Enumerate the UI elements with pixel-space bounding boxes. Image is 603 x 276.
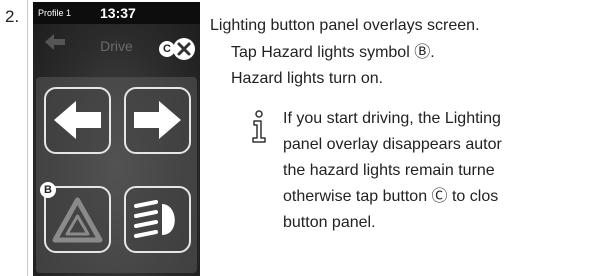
instruction-line-2: Tap Hazard lights symbol Ⓑ. (231, 44, 435, 61)
note-line-3: the hazard lights remain turne (283, 162, 495, 179)
arrow-left-icon (54, 101, 101, 139)
note-line-1: If you start driving, the Lighting (283, 110, 501, 127)
step-divider (27, 0, 28, 276)
close-button[interactable] (173, 38, 195, 60)
step-number: 2. (5, 7, 20, 26)
profile-label: Profile 1 (38, 8, 72, 18)
callout-b: B (40, 182, 56, 198)
turn-left-button[interactable] (44, 87, 111, 154)
lighting-button-panel: B (36, 77, 197, 273)
clock: 13:37 (100, 5, 136, 21)
info-icon (252, 110, 266, 143)
headlights-button[interactable] (124, 186, 191, 253)
note-line-5: button panel. (283, 214, 376, 231)
hazard-lights-button[interactable]: B (40, 182, 111, 253)
device-screen: Profile 1 13:37 Drive C B (33, 2, 200, 276)
instruction-line-1: Lighting button panel overlays screen. (210, 17, 480, 34)
hazard-triangle-icon (52, 197, 103, 243)
note-line-4: otherwise tap button Ⓒ to clos (283, 188, 499, 205)
turn-right-button[interactable] (124, 87, 191, 154)
note-line-2: panel overlay disappears autor (283, 136, 502, 153)
arrow-right-icon (134, 101, 181, 139)
close-icon (177, 42, 191, 56)
status-bar: Profile 1 13:37 (33, 2, 200, 24)
instruction-line-3: Hazard lights turn on. (231, 70, 384, 87)
headlight-icon (134, 200, 175, 238)
